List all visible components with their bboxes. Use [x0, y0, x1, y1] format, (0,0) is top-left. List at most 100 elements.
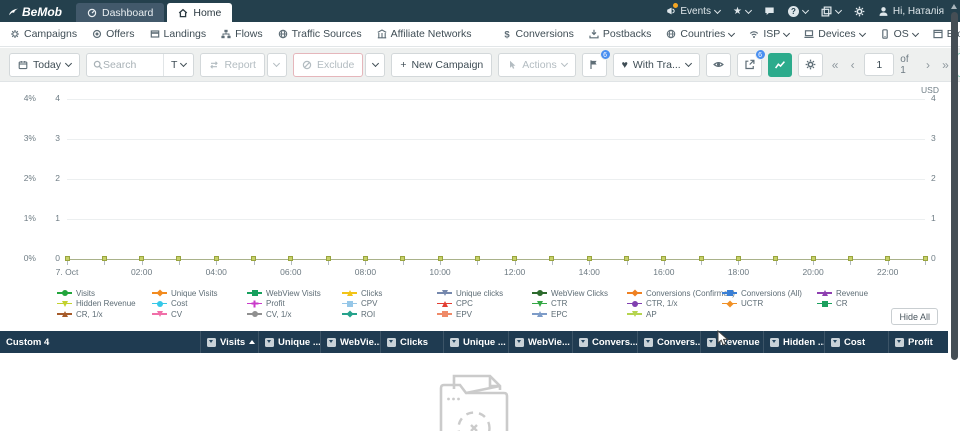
nav-item-os[interactable]: OS — [880, 28, 918, 40]
date-range-button[interactable]: Today — [9, 53, 80, 77]
legend-item-unique-clicks[interactable]: Unique clicks — [437, 288, 532, 299]
legend-item-ctr-1-x[interactable]: CTR, 1/x — [627, 299, 722, 310]
flag-button[interactable]: 6 — [582, 53, 607, 77]
legend-item-hidden-revenue[interactable]: Hidden Revenue — [57, 299, 152, 310]
column-header-unique[interactable]: Unique ... — [443, 331, 508, 353]
column-header-revenue[interactable]: Revenue — [700, 331, 763, 353]
legend-item-profit[interactable]: Profit — [247, 299, 342, 310]
nav-item-campaigns[interactable]: Campaigns — [10, 28, 77, 40]
filter-funnel-icon[interactable] — [770, 338, 779, 347]
user-icon — [878, 6, 889, 17]
report-button[interactable]: Report — [200, 53, 265, 77]
column-header-hidden[interactable]: Hidden ... — [763, 331, 824, 353]
nav-item-devices[interactable]: Devices — [804, 28, 864, 40]
visibility-button[interactable] — [706, 53, 731, 77]
legend-item-cost[interactable]: Cost — [152, 299, 247, 310]
column-header-profit[interactable]: Profit — [888, 331, 948, 353]
nav-item-landings[interactable]: Landings — [150, 28, 207, 40]
legend-item-cv[interactable]: CV — [152, 309, 247, 320]
first-page-button[interactable]: « — [829, 58, 840, 72]
exclude-dropdown-button[interactable] — [365, 53, 385, 77]
column-header-webvie[interactable]: WebVie... — [508, 331, 572, 353]
column-header-unique[interactable]: Unique ... — [258, 331, 320, 353]
nav-item-countries[interactable]: Countries — [666, 28, 734, 40]
actions-button[interactable]: Actions — [498, 53, 575, 77]
legend-item-revenue[interactable]: Revenue — [817, 288, 948, 299]
next-page-button[interactable]: › — [922, 58, 933, 72]
nav-item-conversions[interactable]: $Conversions — [502, 28, 574, 40]
filter-funnel-icon[interactable] — [327, 338, 336, 347]
column-header-cost[interactable]: Cost — [824, 331, 888, 353]
last-page-button[interactable]: » — [940, 58, 951, 72]
column-header-convers[interactable]: Convers... — [637, 331, 700, 353]
legend-item-epv[interactable]: EPV — [437, 309, 532, 320]
legend-item-cr-1-x[interactable]: CR, 1/x — [57, 309, 152, 320]
chat-button[interactable] — [764, 6, 775, 17]
filter-funnel-icon[interactable] — [450, 338, 459, 347]
legend-item-conversions-all[interactable]: Conversions (All) — [722, 288, 817, 299]
legend-item-cpc[interactable]: CPC — [437, 299, 532, 310]
settings-button[interactable] — [798, 53, 823, 77]
nav-item-flows[interactable]: Flows — [221, 28, 262, 40]
filter-funnel-icon[interactable] — [265, 338, 274, 347]
column-header-webvie[interactable]: WebVie... — [320, 331, 380, 353]
bemob-logo[interactable]: BeMob — [8, 5, 62, 19]
column-header-clicks[interactable]: Clicks — [380, 331, 443, 353]
exclude-button[interactable]: Exclude — [293, 53, 363, 77]
traffic-filter-dropdown[interactable]: ♥ With Tra... — [613, 53, 700, 77]
chart-legend: VisitsUnique VisitsWebView VisitsClicksU… — [0, 282, 948, 330]
nav-item-affiliate-networks[interactable]: Affiliate Networks — [377, 28, 472, 40]
legend-item-cpv[interactable]: CPV — [342, 299, 437, 310]
filter-funnel-icon[interactable] — [579, 338, 588, 347]
legend-item-roi[interactable]: ROI — [342, 309, 437, 320]
chat-icon — [764, 6, 775, 17]
settings-menu[interactable] — [854, 6, 865, 17]
column-header-visits[interactable]: Visits — [200, 331, 258, 353]
scrollbar-thumb[interactable] — [951, 12, 958, 360]
filter-funnel-icon[interactable] — [707, 338, 716, 347]
legend-item-visits[interactable]: Visits — [57, 288, 152, 299]
legend-item-uctr[interactable]: UCTR — [722, 299, 817, 310]
tab-dashboard[interactable]: Dashboard — [76, 3, 164, 22]
chevron-down-icon — [745, 6, 752, 13]
legend-item-ap[interactable]: AP — [627, 309, 722, 320]
search-type-label: T — [171, 59, 177, 71]
chart-toggle-button[interactable] — [768, 53, 793, 77]
nav-item-traffic-sources[interactable]: Traffic Sources — [278, 28, 362, 40]
user-menu[interactable]: Hi, Наталія — [878, 6, 944, 17]
search-input[interactable] — [103, 59, 163, 71]
favorites-menu[interactable]: ★ — [733, 6, 751, 17]
events-menu[interactable]: Events — [666, 6, 720, 17]
new-campaign-button[interactable]: + New Campaign — [391, 53, 492, 77]
legend-marker — [57, 310, 72, 318]
legend-item-clicks[interactable]: Clicks — [342, 288, 437, 299]
filter-funnel-icon[interactable] — [387, 338, 396, 347]
help-menu[interactable]: ? — [788, 6, 808, 17]
search-type-dropdown[interactable]: T — [163, 54, 193, 76]
nav-item-isp[interactable]: ISP — [749, 28, 789, 40]
legend-item-webview-clicks[interactable]: WebView Clicks — [532, 288, 627, 299]
filter-funnel-icon[interactable] — [895, 338, 904, 347]
page-input[interactable] — [864, 53, 894, 76]
legend-item-unique-visits[interactable]: Unique Visits — [152, 288, 247, 299]
nav-item-postbacks[interactable]: Postbacks — [589, 28, 651, 40]
legend-item-cv-1-x[interactable]: CV, 1/x — [247, 309, 342, 320]
pages-menu[interactable] — [821, 6, 841, 17]
filter-funnel-icon[interactable] — [831, 338, 840, 347]
legend-item-conversions-confirmed[interactable]: Conversions (Confirmed) — [627, 288, 722, 299]
legend-item-ctr[interactable]: CTR — [532, 299, 627, 310]
hide-all-button[interactable]: Hide All — [891, 308, 938, 325]
report-dropdown-button[interactable] — [267, 53, 287, 77]
filter-funnel-icon[interactable] — [644, 338, 653, 347]
column-header-convers[interactable]: Convers... — [572, 331, 637, 353]
column-header-custom-4[interactable]: Custom 4 — [0, 331, 200, 353]
scrollbar-up-arrow[interactable] — [951, 4, 957, 9]
nav-item-offers[interactable]: Offers — [92, 28, 134, 40]
tab-home[interactable]: Home — [167, 3, 232, 22]
legend-item-epc[interactable]: EPC — [532, 309, 627, 320]
prev-page-button[interactable]: ‹ — [847, 58, 858, 72]
share-button[interactable]: 6 — [737, 53, 762, 77]
filter-funnel-icon[interactable] — [207, 338, 216, 347]
legend-item-webview-visits[interactable]: WebView Visits — [247, 288, 342, 299]
filter-funnel-icon[interactable] — [515, 338, 524, 347]
